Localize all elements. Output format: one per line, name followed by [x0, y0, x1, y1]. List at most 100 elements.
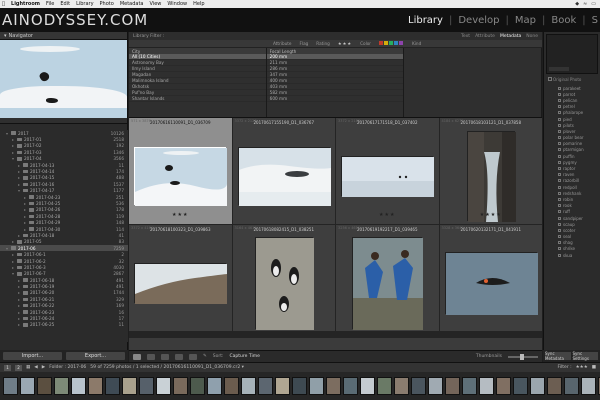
- keyword-item[interactable]: skua: [544, 252, 600, 258]
- filmstrip-thumbnail[interactable]: [258, 377, 273, 395]
- back-arrow-icon[interactable]: ◀: [34, 365, 37, 370]
- import-button[interactable]: Import...: [3, 352, 62, 360]
- filter-stars[interactable]: ★★★: [576, 365, 588, 370]
- sort-value[interactable]: Capture Time: [230, 354, 260, 359]
- checkbox-icon[interactable]: [558, 111, 561, 115]
- filmstrip-thumbnail[interactable]: [496, 377, 511, 395]
- photo-thumbnail[interactable]: [341, 156, 435, 197]
- checkbox-icon[interactable]: [558, 86, 561, 90]
- rating-label[interactable]: Rating: [316, 41, 330, 46]
- folder-row[interactable]: ▸ 2017-06-25 11: [0, 322, 128, 328]
- filmstrip-thumbnail[interactable]: [105, 377, 120, 395]
- checkbox-icon[interactable]: [558, 142, 561, 146]
- module-library[interactable]: Library: [408, 15, 443, 26]
- slider-handle[interactable]: [520, 353, 524, 360]
- filmstrip-thumbnail[interactable]: [326, 377, 341, 395]
- filmstrip-thumbnail[interactable]: [513, 377, 528, 395]
- checkbox-icon[interactable]: [558, 204, 561, 208]
- checkbox-icon[interactable]: [558, 253, 561, 257]
- filmstrip-thumbnail[interactable]: [462, 377, 477, 395]
- filmstrip-thumbnail[interactable]: [275, 377, 290, 395]
- filmstrip-thumbnail[interactable]: [360, 377, 375, 395]
- color-label-swatch[interactable]: [394, 41, 399, 45]
- disclosure-triangle-icon[interactable]: ▾: [4, 33, 7, 39]
- checkbox-icon[interactable]: [548, 77, 552, 81]
- filmstrip-thumbnail[interactable]: [428, 377, 443, 395]
- filmstrip-thumbnail[interactable]: [88, 377, 103, 395]
- loupe-view-button[interactable]: [147, 353, 155, 360]
- menu-metadata[interactable]: Metadata: [120, 1, 144, 7]
- cell-rating-stars[interactable]: ★★★★: [440, 212, 543, 218]
- menu-app-name[interactable]: Lightroom: [11, 1, 40, 7]
- checkbox-icon[interactable]: [558, 117, 561, 121]
- checkbox-icon[interactable]: [558, 235, 561, 239]
- checkbox-icon[interactable]: [558, 241, 561, 245]
- export-button[interactable]: Export...: [66, 352, 125, 360]
- filmstrip-thumbnail[interactable]: [479, 377, 494, 395]
- checkbox-icon[interactable]: [558, 228, 561, 232]
- photo-thumbnail[interactable]: [237, 147, 331, 206]
- filmstrip-thumbnail[interactable]: [71, 377, 86, 395]
- filmstrip-thumbnail[interactable]: [581, 377, 596, 395]
- checkbox-icon[interactable]: [558, 160, 561, 164]
- grid-view-button[interactable]: [133, 353, 141, 360]
- filter-tab-none[interactable]: None: [526, 34, 538, 39]
- checkbox-icon[interactable]: [558, 216, 561, 220]
- checkbox-icon[interactable]: [558, 222, 561, 226]
- filmstrip-thumbnail[interactable]: [547, 377, 562, 395]
- sync-settings-button[interactable]: Sync Settings: [572, 351, 598, 361]
- folder-source[interactable]: Folder : 2017-06: [49, 365, 86, 370]
- apple-icon[interactable]: : [2, 1, 5, 7]
- filmstrip-thumbnail[interactable]: [156, 377, 171, 395]
- wifi-icon[interactable]: ≈: [583, 1, 587, 7]
- checkbox-icon[interactable]: [558, 129, 561, 133]
- rating-filter-stars[interactable]: ★★★: [338, 41, 352, 46]
- photo-thumbnail[interactable]: [134, 147, 228, 206]
- column-row[interactable]: 600 mm: [266, 96, 404, 102]
- module-slideshow[interactable]: S: [592, 15, 598, 26]
- filmstrip-thumbnail[interactable]: [224, 377, 239, 395]
- color-label-swatch[interactable]: [389, 41, 394, 45]
- grid-cell[interactable]: 3328 x 3640 20170620132171_D1_041911: [439, 225, 542, 331]
- city-column[interactable]: City All (10 Cities) Astronomy Bay Ilmy Isl…: [129, 48, 267, 117]
- compare-view-button[interactable]: [161, 353, 169, 360]
- filmstrip-thumbnail[interactable]: [139, 377, 154, 395]
- color-label-swatch[interactable]: [379, 41, 384, 45]
- color-label-swatch[interactable]: [399, 41, 404, 45]
- filmstrip-thumbnail[interactable]: [394, 377, 409, 395]
- navigator-preview[interactable]: [0, 40, 127, 118]
- cell-rating-stars[interactable]: ★★★: [336, 212, 439, 218]
- color-label-swatch[interactable]: [384, 41, 389, 45]
- grid-cell[interactable]: 3372 x 4164 20170618100323_D1_039863: [129, 225, 232, 331]
- sync-metadata-button[interactable]: Sync Metadata: [545, 351, 571, 361]
- grid-cell[interactable]: 3372 x 2186 20170617171518_D1_037402 ★★★: [336, 118, 439, 224]
- checkbox-icon[interactable]: [558, 173, 561, 177]
- thumbnail-size-slider[interactable]: [508, 353, 538, 360]
- focal-length-column[interactable]: Focal Length 200 mm 211 mm 286 mm 347 mm 400 …: [266, 48, 405, 117]
- grid-icon[interactable]: ▦: [26, 365, 30, 370]
- photo-thumbnail[interactable]: [444, 252, 538, 315]
- checkbox-icon[interactable]: [558, 191, 561, 195]
- filmstrip-thumbnail[interactable]: [309, 377, 324, 395]
- photo-thumbnail[interactable]: [352, 237, 424, 330]
- grid-cell[interactable]: 3372 x 2126 20170617155190_D1_036767: [232, 118, 335, 224]
- filmstrip-thumbnail[interactable]: [20, 377, 35, 395]
- checkbox-icon[interactable]: [558, 123, 561, 127]
- kind-label[interactable]: Kind: [412, 41, 421, 46]
- module-book[interactable]: Book: [551, 15, 576, 26]
- filmstrip-thumbnail[interactable]: [530, 377, 545, 395]
- people-view-button[interactable]: [189, 353, 197, 360]
- filmstrip-thumbnail[interactable]: [173, 377, 188, 395]
- survey-view-button[interactable]: [175, 353, 183, 360]
- filmstrip-thumbnail[interactable]: [37, 377, 52, 395]
- checkbox-icon[interactable]: [558, 167, 561, 171]
- checkbox-icon[interactable]: [558, 210, 561, 214]
- grid-cell[interactable]: 4184 x 6272 20170618103121_D1_037858 ★★★★: [439, 118, 543, 224]
- module-develop[interactable]: Develop: [458, 15, 499, 26]
- filter-tab-metadata[interactable]: Metadata: [500, 34, 521, 39]
- painter-icon[interactable]: ✎: [203, 354, 207, 359]
- filmstrip-thumbnail[interactable]: [343, 377, 358, 395]
- filmstrip-thumbnail[interactable]: [207, 377, 222, 395]
- filmstrip-thumbnail[interactable]: [122, 377, 137, 395]
- menu-help[interactable]: Help: [193, 1, 204, 7]
